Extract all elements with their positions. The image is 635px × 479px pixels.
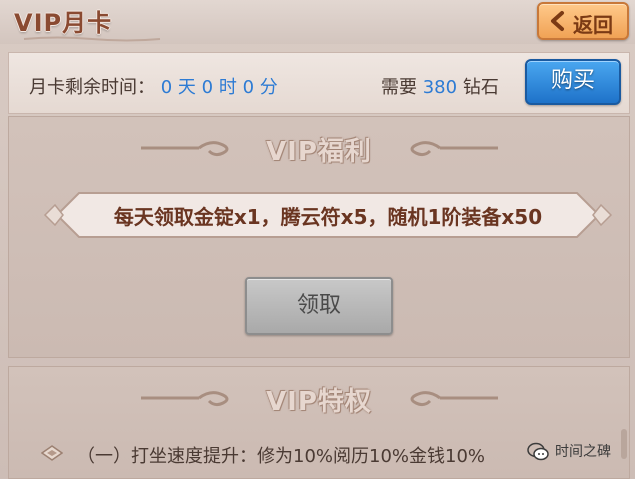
- watermark-text: 时间之碑: [555, 444, 611, 460]
- page-title: VIP月卡: [14, 9, 113, 37]
- remaining-hours-unit: 时: [218, 77, 237, 98]
- remaining-time-label: 月卡剩余时间：: [29, 77, 155, 98]
- vip-privilege-title: VIP特权: [266, 387, 372, 417]
- daily-reward-text: 每天领取金锭x1，腾云符x5，随机1阶装备x50: [113, 205, 543, 229]
- vip-benefit-title: VIP福利: [266, 137, 372, 167]
- header-bar: VIP月卡 返回: [0, 0, 635, 44]
- cost-prefix: 需要: [381, 77, 417, 98]
- cost-currency: 钻石: [462, 77, 499, 98]
- vip-monthly-card-screen: VIP月卡 返回 月卡剩余时间： 0 天 0 时 0 分 需要 380 钻石 购…: [0, 0, 635, 479]
- back-button[interactable]: 返回: [537, 2, 629, 40]
- cost-info: 需要 380 钻石: [381, 73, 499, 99]
- watermark: 时间之碑: [527, 440, 627, 466]
- remaining-hours-value: 0: [201, 77, 214, 98]
- back-button-label: 返回: [573, 13, 613, 37]
- remaining-minutes-unit: 分: [259, 77, 278, 98]
- cost-value: 380: [422, 77, 458, 98]
- remaining-days-value: 0: [160, 77, 173, 98]
- vip-benefit-panel: VIP福利 每天领取金锭x1，腾云符x5，随机1阶装备x50 领取: [8, 116, 630, 358]
- right-ornament-icon: [410, 391, 498, 407]
- diamond-bullet-icon: [41, 445, 63, 461]
- buy-button[interactable]: 购买: [525, 59, 621, 105]
- wechat-icon: [527, 442, 549, 461]
- right-ornament-icon: [410, 141, 498, 157]
- remaining-days-unit: 天: [177, 77, 196, 98]
- claim-button[interactable]: 领取: [245, 277, 393, 335]
- remaining-time: 月卡剩余时间： 0 天 0 时 0 分: [29, 73, 278, 99]
- remaining-minutes-value: 0: [242, 77, 255, 98]
- chevron-left-icon: [551, 11, 564, 31]
- card-status-bar: 月卡剩余时间： 0 天 0 时 0 分 需要 380 钻石 购买: [8, 52, 630, 114]
- title-swirl-decoration: [23, 36, 161, 42]
- privilege-item: （一）打坐速度提升：修为10%阅历10%金钱10%: [77, 446, 486, 467]
